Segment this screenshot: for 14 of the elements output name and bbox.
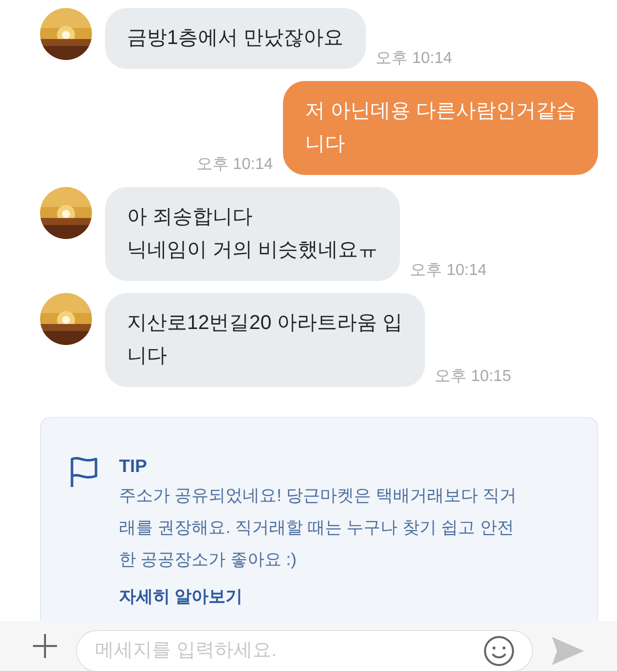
message-time: 오후 10:14 <box>376 49 452 69</box>
flag-icon <box>69 456 99 488</box>
tip-title: TIP <box>119 455 148 478</box>
smiley-icon[interactable] <box>483 635 515 667</box>
message-bubble: 지산로12번길20 아라트라움 입 니다 <box>105 293 425 387</box>
tip-text: 주소가 공유되었네요! 당근마켓은 택배거래보다 직거 래를 권장해요. 직거래할 때는 누구나 찾기 쉽고 안전 한 공공장소가 좋아요 :) <box>119 485 517 571</box>
message-bubble: 저 아닌데용 다른사람인거같습 니다 <box>282 81 598 175</box>
message-time: 오후 10:14 <box>410 261 487 281</box>
message-bubble: 금방1층에서 만났잖아요 <box>105 8 366 69</box>
learn-more-link[interactable]: 자세히 알아보기 <box>119 584 517 610</box>
message-time: 오후 10:15 <box>434 367 512 387</box>
message-time: 오후 10:14 <box>196 155 273 175</box>
plus-icon[interactable] <box>32 633 58 659</box>
message-bubble: 아 죄송합니다 닉네임이 거의 비슷했네요ㅠ <box>105 187 400 281</box>
